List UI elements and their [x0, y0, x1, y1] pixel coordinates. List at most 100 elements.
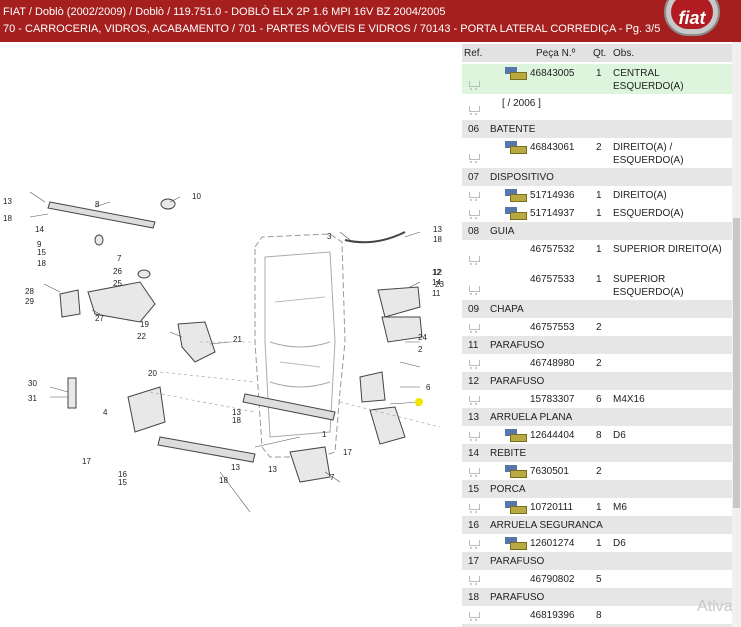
part-number: 46757533: [530, 274, 575, 285]
callout: 15: [118, 478, 127, 487]
quantity: 1: [596, 208, 602, 219]
table-row[interactable]: 51714937 1 ESQUERDO(A): [462, 204, 732, 223]
callout: 18: [219, 476, 228, 485]
callout: 19: [140, 320, 149, 329]
quantity: 1: [596, 538, 602, 549]
scrollbar-thumb[interactable]: [733, 218, 740, 508]
quantity: 1: [596, 190, 602, 201]
callout: 1: [322, 430, 327, 439]
add-to-cart-icon[interactable]: [468, 152, 482, 164]
exploded-diagram[interactable]: 13 18 8 10 14 9 15 18 7 26 25 28 29 27 1…: [0, 42, 462, 627]
callout: 20: [148, 369, 157, 378]
col-ref: Ref.: [464, 48, 483, 59]
observation: SUPERIOR ESQUERDO(A): [613, 274, 684, 298]
part-number: 46790802: [530, 574, 575, 585]
part-number: 46843005: [530, 68, 575, 79]
description: PARAFUSO: [490, 556, 545, 567]
page-header: FIAT / Doblò (2002/2009) / Doblò / 119.7…: [0, 0, 741, 42]
add-to-cart-icon[interactable]: [468, 502, 482, 514]
callout: 15: [37, 248, 46, 257]
section-row: 08 GUIA: [462, 222, 732, 240]
section-row: 16 ARRUELA SEGURANCA: [462, 516, 732, 534]
add-to-cart-icon[interactable]: [468, 394, 482, 406]
part-number: 46757532: [530, 244, 575, 255]
add-to-cart-icon[interactable]: [468, 322, 482, 334]
callout: 3: [327, 232, 332, 241]
part-info-icon[interactable]: [505, 429, 527, 442]
table-row[interactable]: 46819396 8: [462, 606, 732, 625]
diagram-callouts: 13 18 8 10 14 9 15 18 7 26 25 28 29 27 1…: [3, 192, 444, 487]
add-to-cart-icon[interactable]: [468, 284, 482, 296]
part-number: 46757553: [530, 322, 575, 333]
description: BATENTE: [490, 124, 536, 135]
quantity: 1: [596, 274, 602, 285]
part-number: 10720111: [530, 502, 574, 513]
part-number: 12644404: [530, 430, 575, 441]
callout: 14: [35, 225, 44, 234]
callout: 22: [137, 332, 146, 341]
add-to-cart-icon[interactable]: [468, 430, 482, 442]
part-info-icon[interactable]: [505, 537, 527, 550]
fiat-logo: fiat: [664, 0, 720, 36]
table-row[interactable]: 46790802 5: [462, 570, 732, 589]
description: DISPOSITIVO: [490, 172, 554, 183]
add-to-cart-icon[interactable]: [468, 104, 482, 116]
callout: 30: [28, 379, 37, 388]
add-to-cart-icon[interactable]: [468, 574, 482, 586]
callout: 12: [433, 268, 442, 277]
section-row: 13 ARRUELA PLANA: [462, 408, 732, 426]
section-row: 14 REBITE: [462, 444, 732, 462]
table-row[interactable]: 12644404 8 D6: [462, 426, 732, 445]
add-to-cart-icon[interactable]: [468, 208, 482, 220]
table-row[interactable]: 10720111 1 M6: [462, 498, 732, 517]
callout: 13: [3, 197, 12, 206]
part-info-icon[interactable]: [505, 465, 527, 478]
table-row[interactable]: 12601274 1 D6: [462, 534, 732, 553]
callout: 13: [433, 225, 442, 234]
callout: 18: [3, 214, 12, 223]
table-row[interactable]: 46757532 1 SUPERIOR DIREITO(A): [462, 240, 732, 271]
table-row[interactable]: 46843061 2 DIREITO(A) / ESQUERDO(A): [462, 138, 732, 169]
callout: 31: [28, 394, 37, 403]
observation: D6: [613, 538, 626, 549]
table-row[interactable]: 46843005 1 CENTRAL ESQUERDO(A): [462, 64, 732, 95]
section-row: 17 PARAFUSO: [462, 552, 732, 570]
col-part: Peça N.º: [536, 48, 576, 59]
callout: 4: [103, 408, 108, 417]
part-info-icon[interactable]: [505, 501, 527, 514]
scrollbar[interactable]: [732, 42, 741, 627]
part-info-icon[interactable]: [505, 189, 527, 202]
add-to-cart-icon[interactable]: [468, 79, 482, 91]
part-number: 46748980: [530, 358, 575, 369]
table-row[interactable]: 46757533 1 SUPERIOR ESQUERDO(A): [462, 270, 732, 301]
add-to-cart-icon[interactable]: [468, 190, 482, 202]
table-row[interactable]: 15783307 6 M4X16: [462, 390, 732, 409]
part-number: 51714937: [530, 208, 575, 219]
part-number: 15783307: [530, 394, 575, 405]
table-row[interactable]: 46757553 2: [462, 318, 732, 337]
add-to-cart-icon[interactable]: [468, 358, 482, 370]
callout: 27: [95, 314, 104, 323]
add-to-cart-icon[interactable]: [468, 538, 482, 550]
callout: 24: [418, 333, 427, 342]
description: REBITE: [490, 448, 527, 459]
year-note: [ / 2006 ]: [502, 98, 541, 109]
col-qty: Qt.: [593, 48, 607, 59]
callout: 18: [232, 416, 241, 425]
table-row[interactable]: 51714936 1 DIREITO(A): [462, 186, 732, 205]
table-row[interactable]: 46748980 2: [462, 354, 732, 373]
ref-number: 17: [468, 556, 480, 567]
ref-number: 06: [468, 124, 480, 135]
part-info-icon[interactable]: [505, 141, 527, 154]
callout-marker: [415, 398, 423, 406]
observation: DIREITO(A) / ESQUERDO(A): [613, 142, 684, 166]
observation: CENTRAL ESQUERDO(A): [613, 68, 684, 92]
callout: 2: [418, 345, 423, 354]
add-to-cart-icon[interactable]: [468, 610, 482, 622]
table-row[interactable]: 7630501 2: [462, 462, 732, 481]
part-info-icon[interactable]: [505, 207, 527, 220]
add-to-cart-icon[interactable]: [468, 466, 482, 478]
part-info-icon[interactable]: [505, 67, 527, 80]
callout: 25: [113, 279, 122, 288]
add-to-cart-icon[interactable]: [468, 254, 482, 266]
